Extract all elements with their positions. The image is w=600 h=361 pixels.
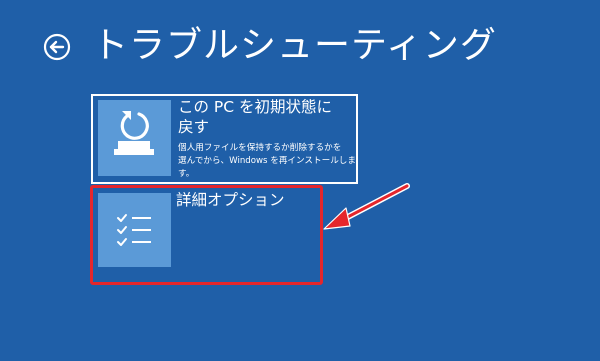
reset-pc-icon-box	[98, 100, 171, 176]
reset-pc-title: この PC を初期状態に 戻す	[178, 98, 333, 136]
back-arrow-icon	[43, 33, 71, 61]
checklist-icon	[117, 214, 151, 246]
advanced-options-icon-box	[98, 193, 171, 267]
page-title: トラブルシューティング	[92, 25, 497, 66]
reset-pc-icon	[114, 111, 154, 155]
back-button[interactable]	[43, 33, 71, 61]
reset-pc-description: 個人用ファイルを保持するか削除するかを 選んでから、Windows を再インスト…	[178, 143, 356, 179]
reset-pc-option[interactable]: この PC を初期状態に 戻す 個人用ファイルを保持するか削除するかを 選んでか…	[91, 94, 358, 184]
advanced-options-title: 詳細オプション	[176, 191, 285, 209]
advanced-options-option[interactable]: 詳細オプション	[91, 187, 358, 275]
